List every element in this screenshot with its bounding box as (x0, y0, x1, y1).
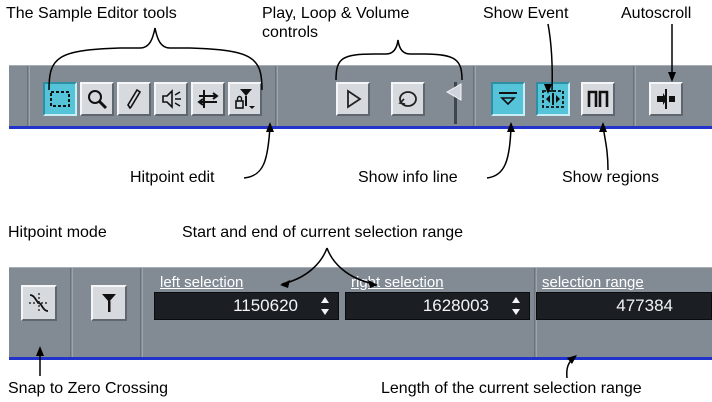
right-selection-value-box[interactable]: 1628003 (345, 292, 530, 320)
spin-arrows-icon[interactable] (320, 295, 330, 317)
magnifier-icon (88, 90, 108, 110)
regions-bracket-icon (587, 90, 609, 107)
autoscroll-icon (657, 89, 675, 109)
toolbar-accent-line (9, 357, 712, 360)
left-selection-label: left selection (160, 274, 244, 291)
audition-tool-button[interactable] (154, 82, 188, 116)
toolbar-groove (27, 66, 30, 129)
show-event-button[interactable] (536, 82, 570, 116)
scrub-arrows-icon (197, 90, 219, 108)
selection-range-field: selection range 477384 (536, 274, 712, 322)
callout-sample-editor-tools: The Sample Editor tools (6, 5, 177, 22)
sample-editor-toolbar (9, 65, 712, 129)
left-selection-field[interactable]: left selection 1150620 (154, 274, 339, 322)
selection-range-value-box: 477384 (536, 292, 712, 320)
show-regions-button[interactable] (581, 82, 615, 116)
hitpoint-marker-icon (102, 294, 116, 312)
play-triangle-icon (347, 89, 362, 109)
pencil-icon (127, 88, 142, 110)
range-selection-tool-button[interactable] (43, 82, 77, 116)
play-button[interactable] (336, 82, 370, 116)
left-selection-value-box[interactable]: 1150620 (154, 292, 339, 320)
callout-play-loop-volume: Play, Loop & Volume controls (262, 5, 410, 41)
right-selection-field[interactable]: right selection 1628003 (345, 274, 530, 322)
callout-show-info-line: Show info line (358, 169, 458, 186)
sample-editor-info-toolbar: left selection 1150620 right selection 1… (9, 267, 712, 360)
dashed-rectangle-icon (50, 91, 70, 107)
callout-hitpoint-mode: Hitpoint mode (8, 224, 107, 241)
snap-zero-crossing-button[interactable] (21, 285, 57, 321)
callout-snap-zero-crossing: Snap to Zero Crossing (8, 380, 169, 397)
toolbar-accent-line (9, 126, 712, 129)
right-selection-value: 1628003 (422, 296, 489, 315)
zoom-tool-button[interactable] (80, 82, 114, 116)
show-event-icon (542, 90, 564, 108)
hitpoint-mode-button[interactable] (91, 285, 127, 321)
hitpoint-edit-tool-button[interactable] (228, 82, 262, 116)
info-line-icon (499, 92, 517, 106)
volume-slider[interactable] (445, 78, 465, 126)
callout-autoscroll: Autoscroll (621, 5, 692, 22)
callout-length-selection-range: Length of the current selection range (381, 380, 642, 397)
spin-arrows-icon[interactable] (511, 295, 521, 317)
callout-show-regions: Show regions (562, 169, 659, 186)
speaker-icon (162, 89, 181, 109)
callout-show-event: Show Event (483, 5, 569, 22)
toolbar-groove (275, 66, 278, 129)
scrub-tool-button[interactable] (191, 82, 225, 116)
hitpoint-lock-icon (235, 89, 255, 109)
right-selection-label: right selection (351, 274, 444, 291)
toolbar-groove (70, 268, 73, 360)
left-selection-value: 1150620 (233, 296, 298, 315)
draw-tool-button[interactable] (117, 82, 151, 116)
callout-selection-range-start-end: Start and end of current selection range (182, 224, 464, 241)
selection-range-label: selection range (542, 274, 644, 291)
zero-crossing-icon (29, 293, 49, 313)
callout-hitpoint-edit: Hitpoint edit (130, 169, 215, 186)
show-info-line-button[interactable] (491, 82, 525, 116)
toolbar-groove (633, 66, 636, 129)
loop-button[interactable] (391, 82, 425, 116)
selection-range-value: 477384 (616, 296, 673, 315)
autoscroll-button[interactable] (649, 82, 683, 116)
toolbar-groove (140, 268, 143, 360)
volume-slider-icon (445, 82, 462, 124)
loop-icon (398, 91, 417, 107)
toolbar-groove (473, 66, 476, 129)
